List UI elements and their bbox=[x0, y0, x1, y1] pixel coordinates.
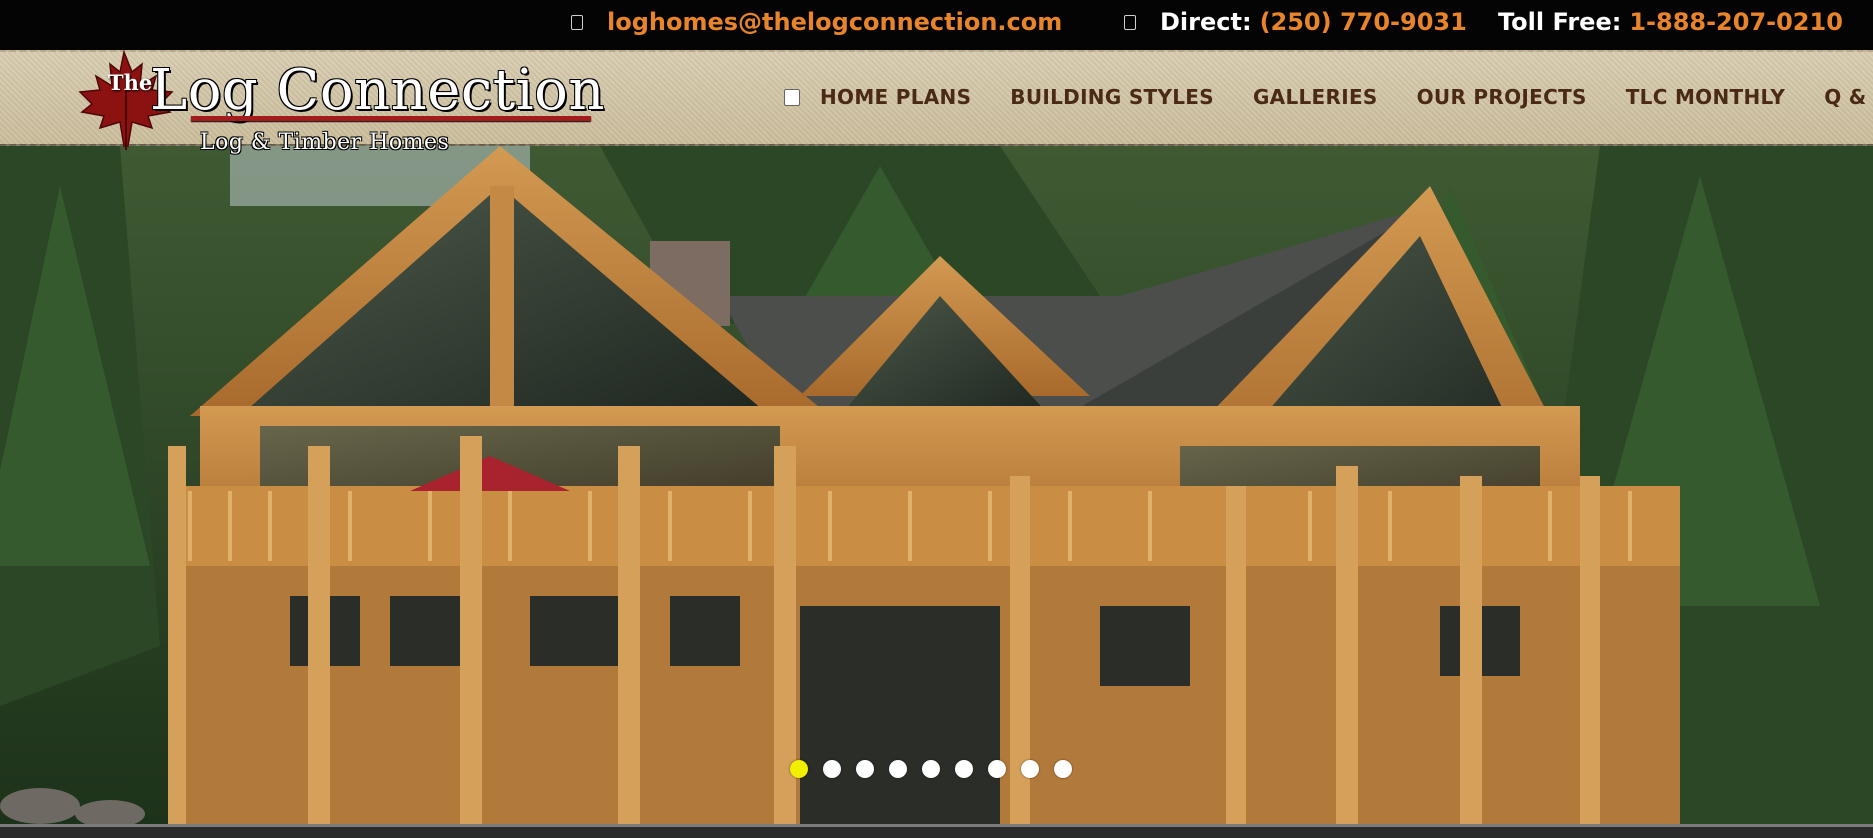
slider-dot-8[interactable] bbox=[1021, 760, 1039, 778]
email-link[interactable]: loghomes@thelogconnection.com bbox=[607, 8, 1062, 36]
nav-tlc-monthly[interactable]: TLC MONTHLY bbox=[1626, 85, 1785, 109]
nav-galleries[interactable]: GALLERIES bbox=[1253, 85, 1378, 109]
direct-phone-link[interactable]: (250) 770-9031 bbox=[1260, 8, 1467, 36]
direct-label: Direct: bbox=[1160, 8, 1252, 36]
logo-underline bbox=[191, 116, 591, 121]
slider-pagination bbox=[790, 760, 1072, 778]
main-nav: HOME PLANS BUILDING STYLES GALLERIES OUR… bbox=[784, 50, 1873, 144]
tollfree-phone-link[interactable]: 1-888-207-0210 bbox=[1629, 8, 1843, 36]
site-logo[interactable]: The Log Connection Log & Timber Homes bbox=[76, 50, 604, 160]
slider-dot-5[interactable] bbox=[922, 760, 940, 778]
tollfree-label: Toll Free: bbox=[1498, 8, 1622, 36]
slider-dot-3[interactable] bbox=[856, 760, 874, 778]
nav-building-styles[interactable]: BUILDING STYLES bbox=[1010, 85, 1214, 109]
slider-dot-4[interactable] bbox=[889, 760, 907, 778]
logo-the-text: The bbox=[108, 70, 153, 95]
hero-bottom-border bbox=[0, 824, 1873, 838]
logo-name-text: Log Connection bbox=[150, 58, 605, 123]
slider-dot-7[interactable] bbox=[988, 760, 1006, 778]
email-icon bbox=[571, 14, 583, 30]
nav-home-plans[interactable]: HOME PLANS bbox=[820, 85, 971, 109]
slider-dot-6[interactable] bbox=[955, 760, 973, 778]
menu-toggle-checkbox[interactable] bbox=[784, 88, 800, 106]
nav-q-and-a[interactable]: Q & A bbox=[1824, 85, 1873, 109]
top-contact-bar: loghomes@thelogconnection.com Direct: (2… bbox=[0, 0, 1873, 50]
logo-tagline: Log & Timber Homes bbox=[200, 130, 450, 155]
hero-slide-image bbox=[0, 146, 1873, 824]
email-contact: loghomes@thelogconnection.com bbox=[571, 0, 1062, 44]
hero-slider[interactable] bbox=[0, 146, 1873, 824]
slider-dot-1[interactable] bbox=[790, 760, 808, 778]
phone-icon bbox=[1124, 14, 1136, 30]
tollfree-contact: Toll Free: 1-888-207-0210 bbox=[1498, 0, 1843, 44]
direct-phone-contact: Direct: (250) 770-9031 bbox=[1124, 0, 1467, 44]
slider-dot-2[interactable] bbox=[823, 760, 841, 778]
nav-our-projects[interactable]: OUR PROJECTS bbox=[1417, 85, 1587, 109]
slider-dot-9[interactable] bbox=[1054, 760, 1072, 778]
